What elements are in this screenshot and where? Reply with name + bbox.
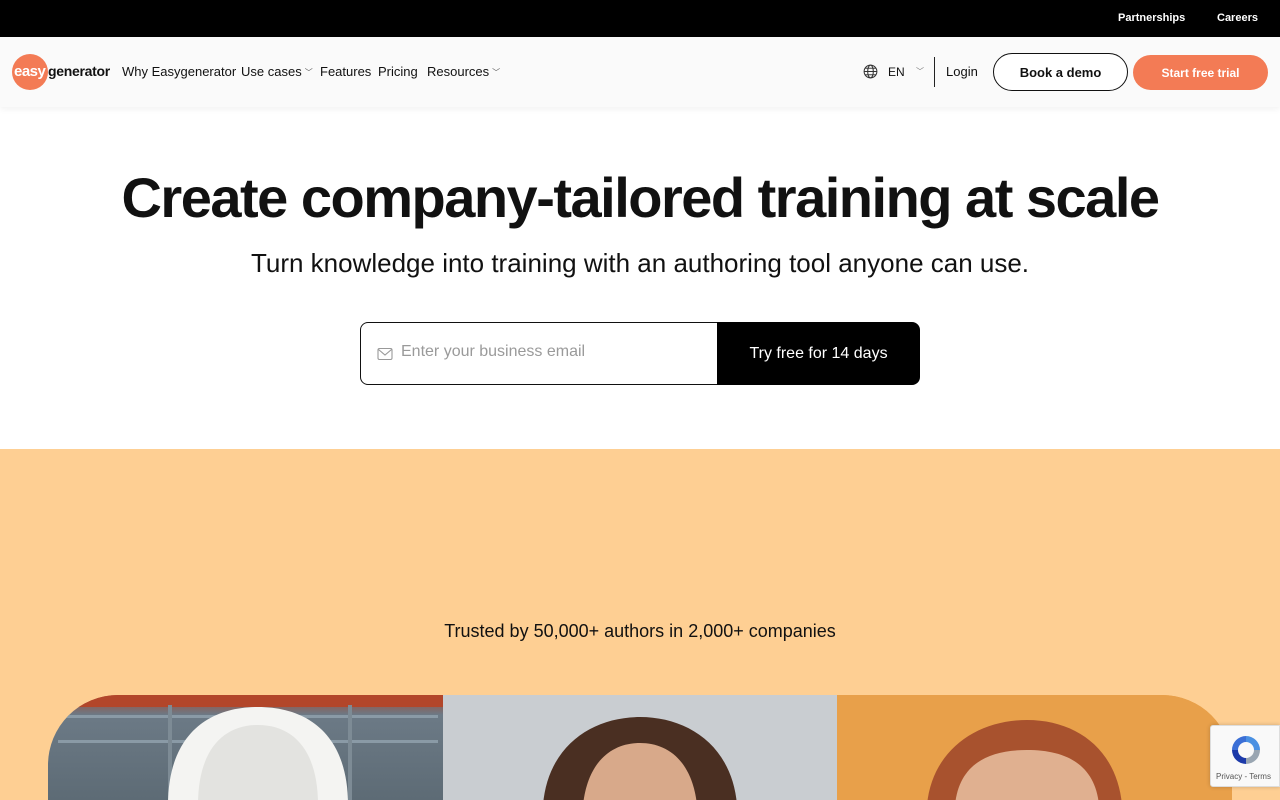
trusted-text: Trusted by 50,000+ authors in 2,000+ com… bbox=[444, 621, 836, 641]
chevron-down-icon: ﹀ bbox=[916, 67, 924, 76]
hero-title: Create company-tailored training at scal… bbox=[121, 166, 1160, 229]
recaptcha-badge[interactable]: Privacy - Terms bbox=[1210, 725, 1280, 787]
customer-photo-man bbox=[837, 695, 1232, 800]
language-label: EN bbox=[888, 65, 905, 79]
hero-subtitle: Turn knowledge into training with an aut… bbox=[250, 248, 1030, 278]
easygenerator-logo[interactable]: easy generator bbox=[12, 54, 116, 90]
worker-illustration bbox=[48, 695, 443, 800]
nav-item-why-easygenerator[interactable]: Why Easygenerator bbox=[122, 64, 236, 79]
mail-icon bbox=[377, 347, 393, 361]
logo-generator-text: generator bbox=[48, 63, 110, 79]
logo-easy-text: easy bbox=[14, 63, 46, 80]
nav-item-resources[interactable]: Resources ﹀ bbox=[427, 64, 500, 79]
nav-item-use-cases[interactable]: Use cases ﹀ bbox=[241, 64, 313, 79]
trusted-section: Trusted by 50,000+ authors in 2,000+ com… bbox=[0, 449, 1280, 800]
nav-item-features[interactable]: Features bbox=[320, 64, 371, 79]
customer-photos bbox=[48, 695, 1232, 800]
top-bar: Partnerships Careers bbox=[0, 0, 1280, 37]
nav-item-label: Use cases bbox=[241, 64, 302, 79]
partnerships-link[interactable]: Partnerships bbox=[1118, 12, 1185, 24]
chevron-down-icon: ﹀ bbox=[304, 68, 313, 77]
start-free-trial-button[interactable]: Start free trial bbox=[1133, 55, 1268, 90]
nav-item-label: Resources bbox=[427, 64, 490, 79]
recaptcha-icon bbox=[1232, 736, 1260, 764]
nav-item-label: Pricing bbox=[378, 64, 418, 79]
careers-link[interactable]: Careers bbox=[1217, 12, 1258, 24]
book-demo-button[interactable]: Book a demo bbox=[993, 53, 1128, 91]
main-navigation: easy generator Why Easygenerator Use cas… bbox=[0, 37, 1280, 107]
signup-form: Try free for 14 days bbox=[360, 322, 920, 385]
email-field-wrapper[interactable] bbox=[360, 322, 720, 385]
nav-item-label: Features bbox=[320, 64, 372, 79]
nav-item-pricing[interactable]: Pricing bbox=[378, 64, 418, 79]
globe-icon bbox=[863, 64, 878, 79]
man-illustration bbox=[837, 695, 1232, 800]
nav-item-label: Why Easygenerator bbox=[122, 64, 237, 79]
try-free-button[interactable]: Try free for 14 days bbox=[717, 322, 920, 385]
nav-divider bbox=[934, 57, 935, 87]
customer-photo-worker bbox=[48, 695, 443, 800]
customer-photo-woman bbox=[443, 695, 837, 800]
email-field[interactable] bbox=[401, 343, 701, 361]
chevron-down-icon: ﹀ bbox=[492, 68, 501, 77]
recaptcha-footer[interactable]: Privacy - Terms bbox=[1216, 772, 1271, 781]
login-link[interactable]: Login bbox=[946, 64, 978, 79]
woman-illustration bbox=[443, 695, 837, 800]
